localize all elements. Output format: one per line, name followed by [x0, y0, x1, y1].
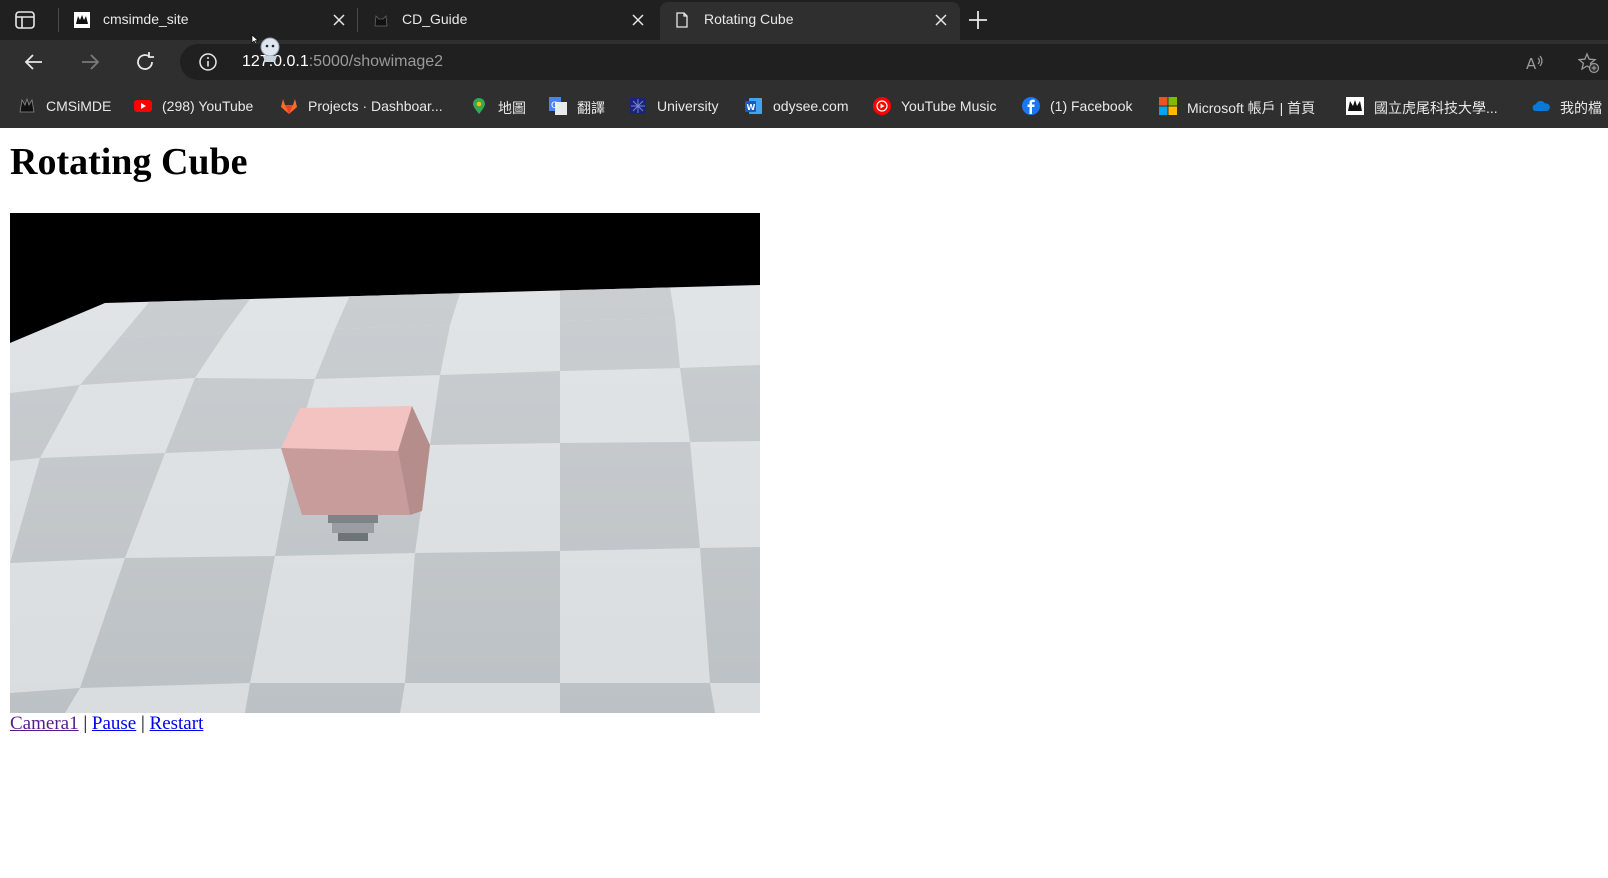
tab-title: CD_Guide [402, 11, 468, 27]
bookmark-label: odysee.com [773, 98, 849, 114]
svg-text:G: G [551, 101, 558, 111]
toolbar: 127.0.0.1:5000/showimage2 A [0, 40, 1608, 84]
bookmark-label: 地圖 [498, 100, 526, 116]
url-path: :5000/showimage2 [308, 53, 444, 70]
bookmarks-bar: CMSiMDE (298) YouTube Projects · Dashboa… [0, 84, 1608, 128]
bookmark-label: 國立虎尾科技大學... [1374, 100, 1498, 116]
link-separator: | [78, 713, 92, 734]
page-icon [676, 12, 688, 28]
bookmark-label: 我的檔 [1560, 100, 1602, 116]
cat-icon [374, 15, 388, 27]
restart-link[interactable]: Restart [150, 713, 204, 734]
tab-title: cmsimde_site [103, 11, 189, 27]
tab-separator [357, 8, 358, 32]
translate-icon: G [549, 97, 567, 115]
close-icon[interactable] [934, 13, 948, 27]
close-icon[interactable] [332, 13, 346, 27]
bookmark-label: (298) YouTube [162, 98, 254, 114]
tab-actions-icon[interactable] [14, 10, 36, 30]
bookmark-label: University [657, 98, 719, 114]
bookmark-label: CMSiMDE [46, 98, 112, 114]
forward-icon[interactable] [78, 50, 102, 74]
add-favorite-icon[interactable] [1578, 52, 1600, 74]
tab-rotating-cube[interactable]: Rotating Cube [660, 2, 960, 40]
facebook-icon [1022, 97, 1040, 115]
microsoft-icon [1159, 97, 1177, 115]
onedrive-icon [1532, 100, 1550, 111]
camera1-link[interactable]: Camera1 [10, 713, 79, 734]
bookmark-label: YouTube Music [901, 98, 997, 114]
3d-viewport[interactable] [10, 213, 760, 713]
tab-strip: cmsimde_site CD_Guide Rotating Cube [0, 0, 1608, 40]
word-icon: W [745, 98, 762, 114]
bookmark-label: Microsoft 帳戶 | 首頁 [1187, 100, 1316, 116]
nfu-icon [1346, 97, 1364, 115]
youtube-icon [134, 100, 152, 112]
tab-separator [58, 8, 59, 32]
tab-cmsimde-site[interactable]: cmsimde_site [60, 0, 356, 40]
close-icon[interactable] [631, 13, 645, 27]
rotating-cube [281, 406, 430, 515]
gitlab-icon [281, 99, 297, 114]
bookmark-label: Projects · Dashboar... [308, 98, 443, 114]
tab-title: Rotating Cube [704, 11, 794, 27]
refresh-icon[interactable] [133, 50, 157, 74]
back-icon[interactable] [22, 50, 46, 74]
mouse-cursor-icon [251, 34, 280, 62]
svg-text:A: A [1526, 55, 1537, 73]
tab-cd-guide[interactable]: CD_Guide [359, 0, 655, 40]
cmsimde-icon [19, 97, 35, 113]
link-separator: | [136, 713, 150, 734]
cmsimde-icon [74, 12, 90, 28]
svg-text:W: W [747, 103, 756, 112]
bookmark-label: (1) Facebook [1050, 98, 1133, 114]
scene-canvas [10, 213, 760, 713]
pause-link[interactable]: Pause [92, 713, 136, 734]
university-icon [630, 98, 646, 114]
bookmark-label: 翻譯 [577, 100, 605, 116]
page-title: Rotating Cube [10, 141, 248, 183]
address-bar[interactable]: 127.0.0.1:5000/showimage2 A [180, 44, 1608, 80]
read-aloud-icon[interactable]: A [1524, 52, 1546, 74]
info-icon[interactable] [198, 52, 218, 72]
control-links: Camera1 | Pause | Restart [10, 713, 203, 735]
youtube-music-icon [873, 97, 891, 115]
maps-icon [473, 98, 485, 114]
new-tab-icon[interactable] [966, 8, 990, 32]
